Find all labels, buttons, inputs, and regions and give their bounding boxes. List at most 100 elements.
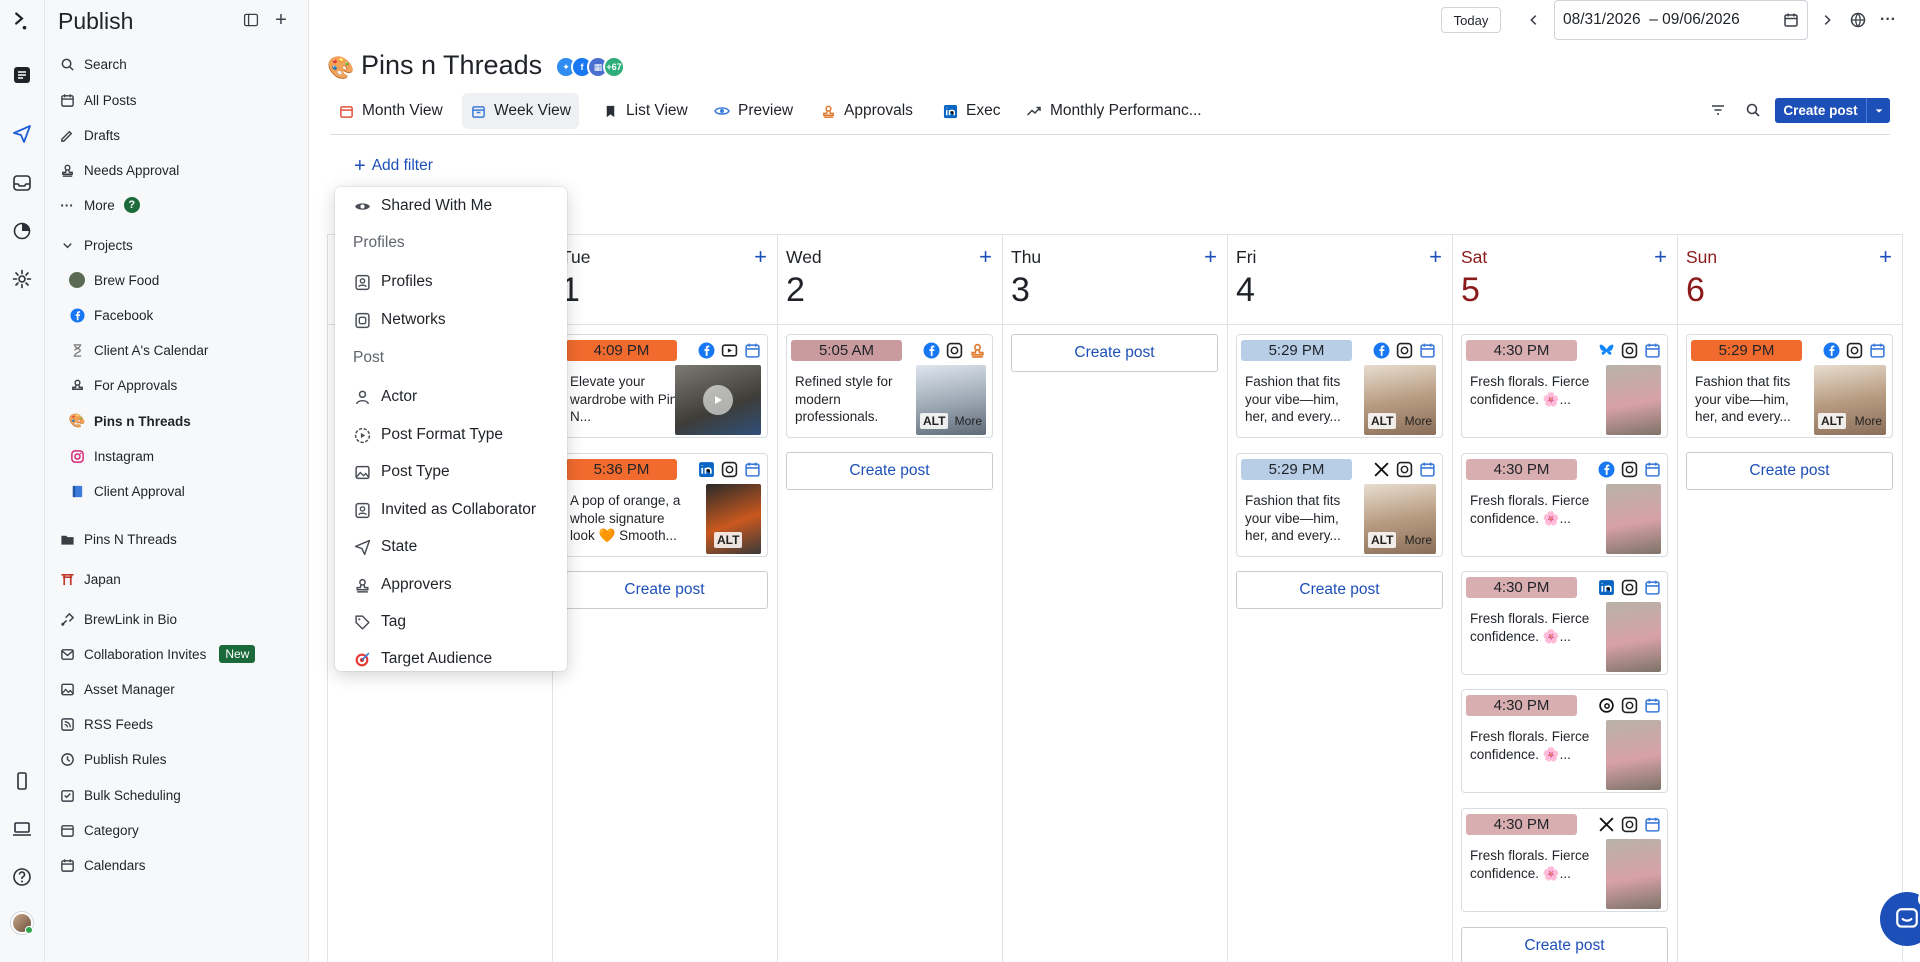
post-card[interactable]: 4:30 PM Fresh florals. Fierce confidence…	[1461, 453, 1668, 557]
add-icon[interactable]: +	[271, 9, 291, 31]
sidebar-project-facebook[interactable]: Facebook	[69, 302, 298, 328]
post-card[interactable]: 4:30 PM Fresh florals. Fierce confidence…	[1461, 571, 1668, 675]
filter-option-tag[interactable]: Tag	[353, 609, 557, 635]
more-media-tag[interactable]: More	[1855, 414, 1882, 428]
mobile-icon[interactable]	[9, 768, 35, 794]
filter-option-post-format-type[interactable]: Post Format Type	[353, 422, 557, 448]
sidebar-item-brewlink[interactable]: BrewLink in Bio	[59, 606, 298, 632]
sidebar-item-category[interactable]: Category	[59, 817, 298, 843]
tab-approvals[interactable]: Approvals	[812, 93, 921, 129]
filter-option-post-type[interactable]: Post Type	[353, 459, 557, 485]
filter-option-state[interactable]: State	[353, 534, 557, 560]
sidebar-item-asset-manager[interactable]: Asset Manager	[59, 676, 298, 702]
sidebar-item-needs-approval[interactable]: Needs Approval	[59, 157, 298, 183]
filter-option-profiles[interactable]: Profiles	[353, 269, 557, 295]
more-media-tag[interactable]: More	[955, 414, 982, 428]
sidebar-project-client-a-calendar[interactable]: Client A's Calendar	[69, 337, 298, 363]
user-avatar[interactable]	[11, 912, 33, 934]
tab-label: Approvals	[844, 102, 913, 119]
sidebar-item-search[interactable]: Search	[59, 51, 298, 77]
filter-option-invited-as-collaborator[interactable]: Invited as Collaborator	[353, 497, 557, 523]
sidebar-item-publish-rules[interactable]: Publish Rules	[59, 746, 298, 772]
tab-exec[interactable]: Exec	[934, 93, 1008, 129]
create-post-button[interactable]: Create post	[1686, 452, 1893, 490]
post-caption: Fresh florals. Fierce confidence. 🌸...	[1470, 729, 1590, 762]
x-twitter-icon	[1597, 815, 1615, 833]
publish-icon[interactable]	[9, 121, 35, 147]
add-filter-button[interactable]: + Add filter	[354, 156, 433, 176]
create-post-button[interactable]: Create post	[1461, 927, 1668, 962]
more-media-tag[interactable]: More	[1405, 533, 1432, 547]
sidebar-item-bulk-scheduling[interactable]: Bulk Scheduling	[59, 782, 298, 808]
filter-option-actor[interactable]: Actor	[353, 384, 557, 410]
sidebar-item-more[interactable]: ··· More ?	[59, 192, 298, 218]
sidebar-project-instagram[interactable]: Instagram	[69, 443, 298, 469]
sidebar-item-calendars[interactable]: Calendars	[59, 852, 298, 878]
create-post-button[interactable]: Create post	[786, 452, 993, 490]
create-post-button[interactable]: Create post	[1011, 334, 1218, 372]
tab-month-view[interactable]: Month View	[330, 93, 451, 129]
sidebar-project-pins-n-threads[interactable]: 🎨 Pins n Threads	[69, 408, 298, 434]
post-card[interactable]: 4:09 PM Elevate your wardrobe with Pins …	[561, 334, 768, 438]
settings-gear-icon[interactable]	[9, 266, 35, 292]
more-media-tag[interactable]: More	[1405, 414, 1432, 428]
more-options-icon[interactable]: ···	[1878, 10, 1898, 30]
filter-option-approvers[interactable]: Approvers	[353, 572, 557, 598]
sidebar-item-all-posts[interactable]: All Posts	[59, 87, 298, 113]
chevron-right-icon[interactable]	[1817, 10, 1837, 30]
date-range-picker[interactable]: 08/31/2026 – 09/06/2026	[1554, 0, 1808, 40]
filter-option-label: State	[381, 538, 418, 555]
add-post-plus-icon[interactable]: +	[754, 246, 767, 268]
post-card[interactable]: 5:05 AM Refined style for modern profess…	[786, 334, 993, 438]
sidebar-project-client-approval[interactable]: Client Approval	[69, 478, 298, 504]
add-post-plus-icon[interactable]: +	[1654, 246, 1667, 268]
collapse-sidebar-icon[interactable]	[241, 10, 261, 30]
post-card[interactable]: 5:29 PM Fashion that fits your vibe—him,…	[1236, 334, 1443, 438]
post-card[interactable]: 5:36 PM A pop of orange, a whole signatu…	[561, 453, 768, 557]
post-card[interactable]: 4:30 PM Fresh florals. Fierce confidence…	[1461, 808, 1668, 912]
add-post-plus-icon[interactable]: +	[1204, 246, 1217, 268]
post-card[interactable]: 4:30 PM Fresh florals. Fierce confidence…	[1461, 689, 1668, 793]
create-post-button[interactable]: Create post	[1236, 571, 1443, 609]
tab-week-view[interactable]: Week View	[462, 93, 579, 129]
chevron-left-icon[interactable]	[1524, 10, 1544, 30]
post-card[interactable]: 5:29 PM Fashion that fits your vibe—him,…	[1236, 453, 1443, 557]
add-post-plus-icon[interactable]: +	[1879, 246, 1892, 268]
tab-list-view[interactable]: List View	[594, 93, 696, 129]
sidebar-project-for-approvals[interactable]: For Approvals	[69, 372, 298, 398]
filter-option-networks[interactable]: Networks	[353, 307, 557, 333]
sidebar-project-brew-food[interactable]: Brew Food	[69, 267, 298, 293]
add-post-plus-icon[interactable]: +	[1429, 246, 1442, 268]
add-post-plus-icon[interactable]: +	[979, 246, 992, 268]
sidebar-item-japan[interactable]: Japan	[59, 566, 298, 592]
app-logo-icon[interactable]	[9, 8, 35, 34]
sidebar-item-pins-n-threads-folder[interactable]: Pins N Threads	[59, 526, 298, 552]
create-post-button[interactable]: Create post	[1775, 98, 1890, 123]
sidebar-item-collaboration-invites[interactable]: Collaboration Invites New	[59, 641, 298, 667]
more-help-badge[interactable]: ?	[123, 197, 140, 213]
compose-icon[interactable]	[9, 62, 35, 88]
inbox-icon[interactable]	[9, 170, 35, 196]
sidebar-item-rss-feeds[interactable]: RSS Feeds	[59, 711, 298, 737]
filter-icon[interactable]	[1708, 100, 1728, 120]
tab-monthly-performance[interactable]: Monthly Performanc...	[1018, 93, 1210, 129]
filter-option-shared-with-me[interactable]: Shared With Me	[353, 193, 557, 219]
projects-toggle[interactable]: Projects	[59, 232, 298, 258]
desktop-icon[interactable]	[9, 816, 35, 842]
day-name: Thu	[1011, 247, 1042, 267]
search-icon[interactable]	[1743, 100, 1763, 120]
profile-avatars[interactable]: ✦ f ▦ +67	[555, 56, 625, 78]
sidebar-item-drafts[interactable]: Drafts	[59, 122, 298, 148]
help-icon[interactable]	[9, 864, 35, 890]
globe-icon[interactable]	[1848, 10, 1868, 30]
post-card[interactable]: 5:29 PM Fashion that fits your vibe—him,…	[1686, 334, 1893, 438]
create-post-button[interactable]: Create post	[561, 571, 768, 609]
today-button[interactable]: Today	[1441, 7, 1501, 33]
tab-preview[interactable]: Preview	[706, 93, 801, 129]
filter-option-target-audience[interactable]: Target Audience	[353, 646, 557, 671]
image-format-icon	[945, 341, 963, 359]
chevron-down-icon[interactable]	[1866, 98, 1890, 123]
post-card[interactable]: 4:30 PM Fresh florals. Fierce confidence…	[1461, 334, 1668, 438]
analytics-icon[interactable]	[9, 218, 35, 244]
day-number: 4	[1236, 271, 1255, 309]
